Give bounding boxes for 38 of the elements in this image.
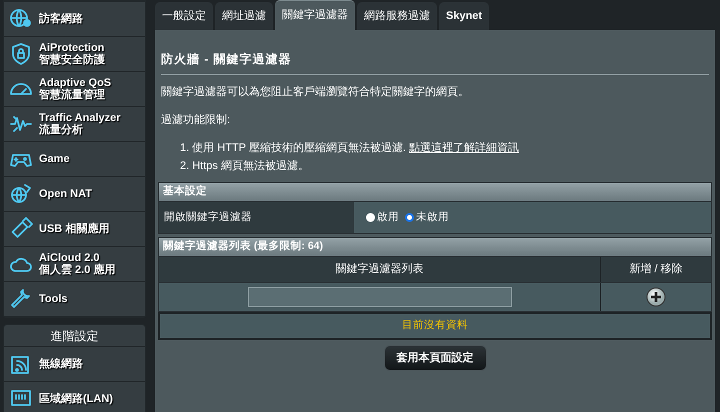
radio-option[interactable]: 未啟用 bbox=[405, 210, 449, 226]
sidebar-item[interactable]: AiCloud 2.0 個人雲 2.0 應用 bbox=[4, 247, 145, 282]
limit-item: 2. Https 網頁無法被過濾。 bbox=[180, 159, 309, 174]
tab[interactable]: 網址過濾 bbox=[215, 2, 273, 30]
sidebar-item[interactable]: 區域網路(LAN) bbox=[4, 382, 145, 412]
sidebar-item[interactable]: Game bbox=[4, 142, 145, 177]
description-text: 關鍵字過濾器可以為您阻止客戶端瀏覽符合特定關鍵字的網頁。 bbox=[161, 84, 470, 100]
sidebar-item[interactable]: Tools bbox=[4, 282, 145, 317]
tab[interactable]: 一般設定 bbox=[155, 2, 213, 30]
details-link[interactable]: 點選這裡了解詳細資訊 bbox=[408, 142, 519, 154]
apply-button[interactable]: 套用本頁面設定 bbox=[384, 345, 486, 372]
setting-label: 開啟關鍵字過濾器 bbox=[159, 202, 354, 233]
tab[interactable]: 網路服務過濾 bbox=[357, 2, 437, 30]
limits-heading: 過濾功能限制: bbox=[161, 112, 232, 128]
tab[interactable]: 關鍵字過濾器 bbox=[275, 0, 355, 30]
sidebar-item[interactable]: Open NAT bbox=[4, 177, 145, 212]
limit-item: 1. 使用 HTTP 壓縮技術的壓縮網頁無法被過濾. 點選這裡了解詳細資訊 bbox=[180, 140, 519, 156]
tab[interactable]: Skynet bbox=[439, 2, 490, 30]
radio-option[interactable]: 啟用 bbox=[366, 210, 399, 226]
keyword-input-field[interactable] bbox=[248, 286, 512, 307]
sidebar-item[interactable]: AiProtection 智慧安全防護 bbox=[4, 37, 145, 72]
column-header: 關鍵字過濾器列表 bbox=[336, 262, 424, 277]
sidebar-item[interactable]: Adaptive QoS 智慧流量管理 bbox=[4, 72, 145, 107]
section-header-bar: 關鍵字過濾器列表 (最多限制: 64) bbox=[158, 236, 712, 257]
wrench-icon bbox=[9, 287, 33, 311]
page-title: 防火牆 - 關鍵字過濾器 bbox=[160, 51, 293, 68]
empty-message: 目前沒有資料 bbox=[402, 318, 468, 333]
section-header-bar: 基本設定 bbox=[158, 182, 712, 202]
sidebar-item[interactable]: Traffic Analyzer 流量分析 bbox=[4, 107, 145, 142]
shield-lock-icon bbox=[9, 42, 33, 66]
section-header: 進階設定 bbox=[50, 328, 98, 344]
sidebar-item[interactable]: 訪客網路 bbox=[4, 1, 145, 37]
globe-network-icon bbox=[9, 182, 33, 206]
sidebar-item[interactable]: 無線網路 bbox=[4, 347, 145, 382]
add-icon[interactable] bbox=[646, 286, 666, 307]
column-header: 新增 / 移除 bbox=[629, 262, 683, 277]
sidebar-item[interactable]: USB 相關應用 bbox=[4, 212, 145, 247]
usb-drive-icon bbox=[9, 217, 33, 241]
